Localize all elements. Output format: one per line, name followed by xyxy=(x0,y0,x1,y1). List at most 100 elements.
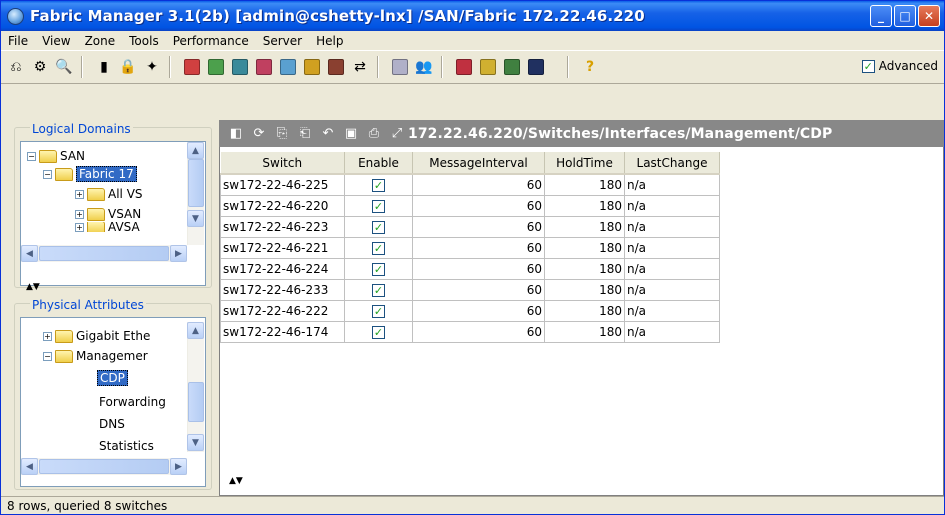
enable-checkbox[interactable]: ✓ xyxy=(372,262,385,276)
menu-server[interactable]: Server xyxy=(256,34,309,48)
maximize-button[interactable]: □ xyxy=(894,5,916,27)
scroll-down-icon[interactable]: ▼ xyxy=(187,434,204,451)
zone-icon[interactable] xyxy=(205,56,227,78)
col-header-last-change[interactable]: LastChange xyxy=(624,152,720,175)
cell-hold-time[interactable]: 180 xyxy=(544,215,625,238)
save-icon[interactable]: ▣ xyxy=(342,125,360,143)
expand-icon[interactable]: + xyxy=(75,189,84,199)
cell-hold-time[interactable]: 180 xyxy=(544,299,625,322)
table-row[interactable]: sw172-22-46-174 ✓ 60 180 n/a xyxy=(220,320,720,343)
cell-enable[interactable]: ✓ xyxy=(344,257,413,280)
menu-tools[interactable]: Tools xyxy=(122,34,166,48)
advanced-toggle[interactable]: ✓ Advanced xyxy=(861,59,938,73)
export-icon[interactable]: ⤢ xyxy=(388,125,406,143)
cell-hold-time[interactable]: 180 xyxy=(544,194,625,217)
advanced-checkbox[interactable]: ✓ xyxy=(861,59,875,73)
col-header-enable[interactable]: Enable xyxy=(344,152,413,175)
tree-item-forwarding[interactable]: Forwarding xyxy=(99,394,166,410)
cell-hold-time[interactable]: 180 xyxy=(544,236,625,259)
col-header-hold-time[interactable]: HoldTime xyxy=(544,152,625,175)
cell-message-interval[interactable]: 60 xyxy=(412,257,545,280)
scroll-left-icon[interactable]: ◀ xyxy=(21,245,38,262)
connect-icon[interactable]: ⇄ xyxy=(349,56,371,78)
collapse-icon[interactable]: − xyxy=(43,351,52,361)
expand-icon[interactable]: + xyxy=(75,209,84,219)
cell-message-interval[interactable]: 60 xyxy=(412,299,545,322)
monitor-icon[interactable] xyxy=(525,56,547,78)
menu-view[interactable]: View xyxy=(35,34,77,48)
find-icon[interactable]: 🔍 xyxy=(53,56,75,78)
scroll-thumb[interactable] xyxy=(39,459,169,474)
cell-hold-time[interactable]: 180 xyxy=(544,257,625,280)
discover-icon[interactable]: ⚙ xyxy=(29,56,51,78)
tree-item-management[interactable]: − Managemer xyxy=(43,348,148,364)
horizontal-scrollbar[interactable]: ◀ ▶ xyxy=(21,458,187,475)
cell-hold-time[interactable]: 180 xyxy=(544,173,625,196)
scroll-up-icon[interactable]: ▲ xyxy=(187,142,204,159)
copy-icon[interactable]: ⎘ xyxy=(273,125,291,143)
cell-enable[interactable]: ✓ xyxy=(344,320,413,343)
open-icon[interactable]: ⎌ xyxy=(5,56,27,78)
print-icon[interactable]: ⎙ xyxy=(365,125,383,143)
expand-icon[interactable]: + xyxy=(43,331,52,341)
back-icon[interactable]: ◧ xyxy=(227,125,245,143)
enable-checkbox[interactable]: ✓ xyxy=(372,304,385,318)
col-header-message-interval[interactable]: MessageInterval xyxy=(412,152,545,175)
tree-item-fabric[interactable]: − Fabric 17 xyxy=(43,166,137,182)
menu-performance[interactable]: Performance xyxy=(166,34,256,48)
cell-hold-time[interactable]: 180 xyxy=(544,320,625,343)
vertical-scrollbar[interactable]: ▲ ▼ xyxy=(187,322,204,452)
help-icon[interactable]: ? xyxy=(579,56,601,78)
collapse-icon[interactable]: − xyxy=(27,151,36,161)
table-row[interactable]: sw172-22-46-224 ✓ 60 180 n/a xyxy=(220,257,720,280)
cell-message-interval[interactable]: 60 xyxy=(412,194,545,217)
undo-icon[interactable]: ↶ xyxy=(319,125,337,143)
scroll-thumb[interactable] xyxy=(39,246,169,261)
expand-icon[interactable]: + xyxy=(75,222,84,232)
splitter-arrows-icon[interactable]: ▲▼ xyxy=(26,282,40,292)
cell-enable[interactable]: ✓ xyxy=(344,173,413,196)
cell-switch[interactable]: sw172-22-46-220 xyxy=(220,194,345,217)
menu-help[interactable]: Help xyxy=(309,34,350,48)
tree-item-statistics[interactable]: Statistics xyxy=(99,438,154,454)
cell-hold-time[interactable]: 180 xyxy=(544,278,625,301)
table-row[interactable]: sw172-22-46-222 ✓ 60 180 n/a xyxy=(220,299,720,322)
table-row[interactable]: sw172-22-46-221 ✓ 60 180 n/a xyxy=(220,236,720,259)
table-row[interactable]: sw172-22-46-233 ✓ 60 180 n/a xyxy=(220,278,720,301)
table-row[interactable]: sw172-22-46-220 ✓ 60 180 n/a xyxy=(220,194,720,217)
tree-item-all-vsans[interactable]: + All VS xyxy=(75,186,143,202)
paste-icon[interactable]: ⎗ xyxy=(296,125,314,143)
cell-switch[interactable]: sw172-22-46-233 xyxy=(220,278,345,301)
tree-item-san[interactable]: − SAN xyxy=(27,148,85,164)
iscsi-icon[interactable] xyxy=(325,56,347,78)
close-button[interactable]: ✕ xyxy=(918,5,940,27)
performance-icon[interactable] xyxy=(501,56,523,78)
enable-checkbox[interactable]: ✓ xyxy=(372,325,385,339)
cell-message-interval[interactable]: 60 xyxy=(412,173,545,196)
cell-enable[interactable]: ✓ xyxy=(344,299,413,322)
cell-message-interval[interactable]: 60 xyxy=(412,236,545,259)
scroll-right-icon[interactable]: ▶ xyxy=(170,245,187,262)
enable-checkbox[interactable]: ✓ xyxy=(372,283,385,297)
table-row[interactable]: sw172-22-46-223 ✓ 60 180 n/a xyxy=(220,215,720,238)
scroll-thumb[interactable] xyxy=(188,382,204,422)
cell-switch[interactable]: sw172-22-46-174 xyxy=(220,320,345,343)
cell-enable[interactable]: ✓ xyxy=(344,215,413,238)
scroll-thumb[interactable] xyxy=(188,159,204,207)
ivr-icon[interactable] xyxy=(253,56,275,78)
splitter-arrows-icon[interactable]: ▲▼ xyxy=(229,476,243,486)
fcip-icon[interactable] xyxy=(301,56,323,78)
enable-checkbox[interactable]: ✓ xyxy=(372,178,385,192)
tree-item-dns[interactable]: DNS xyxy=(99,416,125,432)
scroll-left-icon[interactable]: ◀ xyxy=(21,458,38,475)
cell-enable[interactable]: ✓ xyxy=(344,236,413,259)
cell-switch[interactable]: sw172-22-46-225 xyxy=(220,173,345,196)
tree-item-cdp[interactable]: CDP xyxy=(97,370,128,386)
wizard-icon[interactable]: ✦ xyxy=(141,56,163,78)
cell-message-interval[interactable]: 60 xyxy=(412,215,545,238)
cell-switch[interactable]: sw172-22-46-221 xyxy=(220,236,345,259)
tree-item-avsan[interactable]: + AVSA xyxy=(75,222,140,232)
collapse-icon[interactable]: − xyxy=(43,169,52,179)
enable-checkbox[interactable]: ✓ xyxy=(372,241,385,255)
title-bar[interactable]: Fabric Manager 3.1(2b) [admin@cshetty-ln… xyxy=(1,1,944,31)
